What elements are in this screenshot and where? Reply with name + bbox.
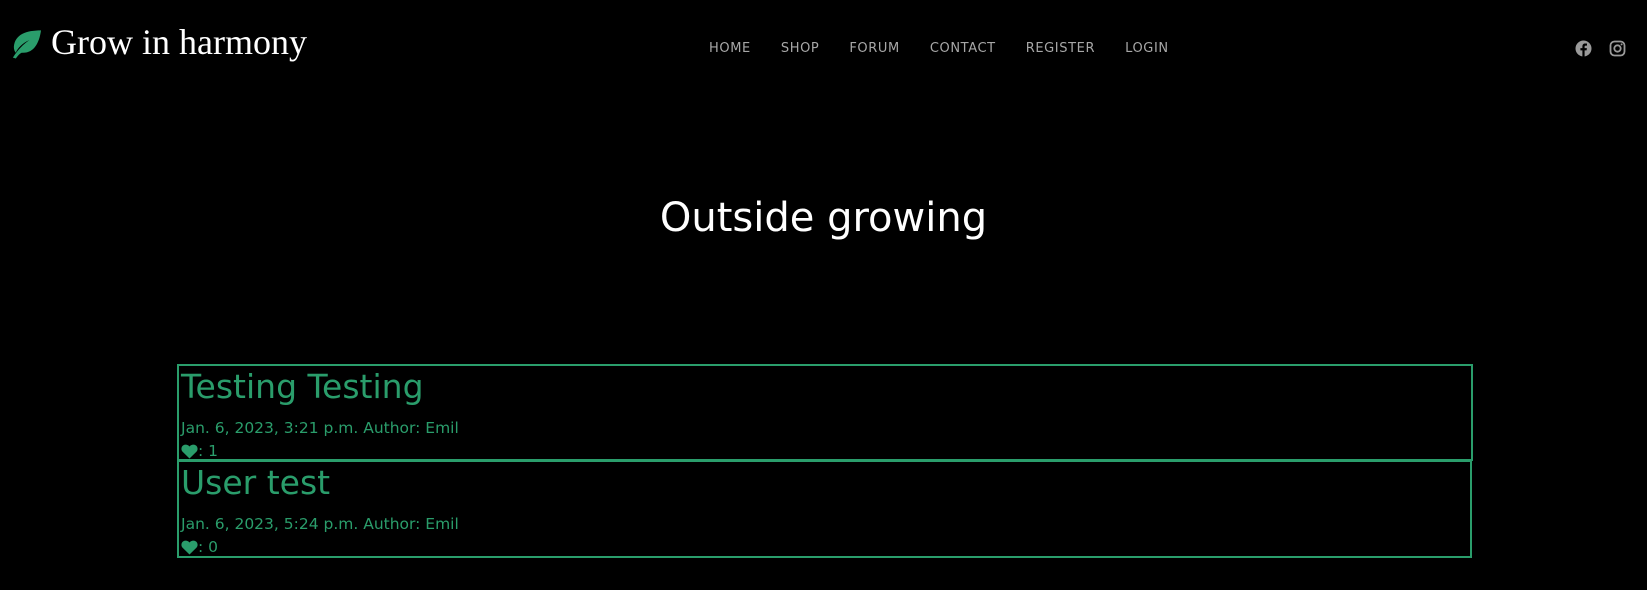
nav-shop[interactable]: SHOP [781,41,820,56]
nav-login[interactable]: LOGIN [1125,41,1169,56]
nav-home[interactable]: HOME [709,41,751,56]
nav-register[interactable]: REGISTER [1026,41,1095,56]
navbar: Grow in harmony HOME SHOP FORUM CONTACT … [0,0,1647,96]
post-card[interactable]: Testing Testing Jan. 6, 2023, 3:21 p.m. … [177,364,1473,461]
nav-contact[interactable]: CONTACT [930,41,996,56]
post-meta: Jan. 6, 2023, 5:24 p.m. Author: Emil [181,515,459,533]
likes-count: : 0 [198,538,219,556]
facebook-icon[interactable] [1575,40,1592,57]
heart-icon [181,540,198,554]
post-likes: : 0 [181,537,1468,557]
heart-icon [181,444,198,458]
likes-count: : 1 [198,442,219,460]
post-meta: Jan. 6, 2023, 3:21 p.m. Author: Emil [181,419,459,437]
page-title: Outside growing [659,195,988,241]
instagram-icon[interactable] [1609,40,1626,57]
brand-link[interactable]: Grow in harmony [9,24,307,60]
post-title[interactable]: Testing Testing [181,367,1469,407]
social-links [1575,40,1643,57]
leaf-icon [12,30,42,59]
post-list: Testing Testing Jan. 6, 2023, 3:21 p.m. … [177,364,1473,558]
nav-forum[interactable]: FORUM [849,41,899,56]
post-card[interactable]: User test Jan. 6, 2023, 5:24 p.m. Author… [177,460,1472,558]
post-title[interactable]: User test [181,463,1468,503]
post-likes: : 1 [181,441,1469,461]
brand-name: Grow in harmony [51,22,307,62]
main-nav: HOME SHOP FORUM CONTACT REGISTER LOGIN [709,41,1199,56]
